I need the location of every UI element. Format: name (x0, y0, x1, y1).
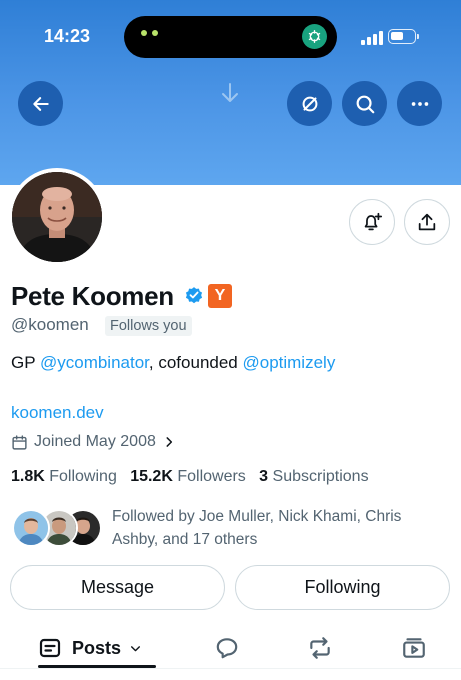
media-icon (403, 638, 425, 658)
battery-level (391, 32, 403, 40)
posts-icon (39, 638, 61, 658)
search-button[interactable] (342, 81, 387, 126)
search-icon (356, 95, 374, 113)
tab-reposts[interactable] (306, 630, 334, 666)
followers-count: 15.2K (130, 468, 173, 485)
battery-cap (417, 34, 419, 39)
share-icon (418, 213, 436, 231)
tabs-divider (0, 668, 461, 669)
bio-mention-ycombinator[interactable]: @ycombinator (40, 353, 149, 372)
profile-bio: GP @ycombinator, cofounded @optimizely (11, 353, 335, 373)
followed-by-text[interactable]: Followed by Joe Muller, Nick Khami, Chri… (112, 505, 432, 551)
status-time: 14:23 (44, 26, 91, 46)
joined-label: Joined May 2008 (34, 433, 156, 450)
mute-button[interactable] (287, 81, 332, 126)
back-button[interactable] (18, 81, 63, 126)
subscriptions-count: 3 (259, 468, 269, 485)
reply-bubble-icon (216, 638, 238, 659)
follower-avatar[interactable] (12, 509, 50, 547)
arrow-left-icon (32, 96, 49, 111)
calendar-icon (12, 434, 27, 450)
bio-mention-optimizely[interactable]: @optimizely (242, 353, 335, 372)
cat-eye-icon (152, 30, 158, 36)
tab-media[interactable] (401, 630, 427, 666)
profile-handle: @koomen (11, 315, 89, 334)
tab-posts-label: Posts (72, 637, 122, 658)
chevron-down-icon (131, 645, 141, 651)
pull-to-refresh-icon (221, 82, 239, 109)
verified-badge-icon[interactable] (184, 285, 204, 305)
website-link[interactable]: koomen.dev (11, 403, 104, 423)
following-count: 1.8K (11, 468, 45, 485)
cat-eye-icon (141, 30, 147, 36)
subscriptions-label: Subscriptions (272, 468, 369, 485)
profile-stats: 1.8K Following 15.2K Followers 3 Subscri… (11, 468, 369, 486)
bio-text: GP (11, 353, 40, 372)
chatgpt-icon (302, 24, 327, 49)
follows-you-badge: Follows you (105, 316, 192, 336)
following-stat[interactable]: 1.8K Following (11, 468, 117, 485)
followers-label: Followers (177, 468, 246, 485)
dynamic-island (124, 16, 337, 58)
joined-date[interactable]: Joined May 2008 (11, 433, 176, 451)
subscriptions-stat[interactable]: 3 Subscriptions (259, 468, 368, 485)
bio-text: , cofounded (148, 353, 243, 372)
repost-icon (310, 637, 330, 659)
signal-icon (361, 31, 383, 45)
yc-affiliation-badge[interactable]: Y (208, 284, 232, 308)
profile-avatar[interactable] (8, 168, 106, 266)
tab-replies[interactable] (214, 630, 240, 666)
followers-stat[interactable]: 15.2K Followers (130, 468, 246, 485)
more-button[interactable] (397, 81, 442, 126)
following-label: Following (49, 468, 117, 485)
profile-name: Pete Koomen (11, 281, 174, 311)
more-horizontal-icon (411, 101, 428, 106)
bell-plus-icon (364, 212, 383, 231)
share-button[interactable] (404, 199, 450, 245)
chevron-right-icon (166, 437, 172, 447)
message-button[interactable]: Message (10, 565, 225, 610)
no-sign-icon (302, 96, 317, 111)
tab-posts[interactable]: Posts (38, 630, 142, 666)
battery-icon (388, 29, 416, 44)
following-button[interactable]: Following (235, 565, 450, 610)
notify-button[interactable] (349, 199, 395, 245)
